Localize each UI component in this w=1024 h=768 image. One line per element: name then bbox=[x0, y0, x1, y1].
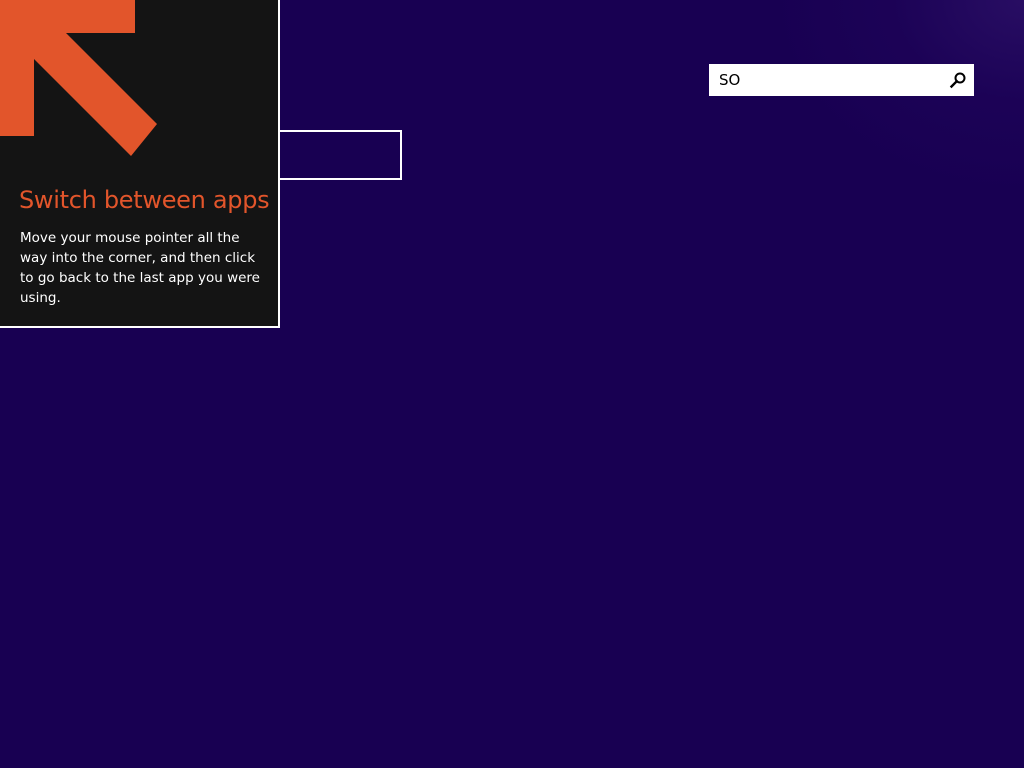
app-switch-target-outline bbox=[266, 130, 402, 180]
arrow-up-left-icon bbox=[0, 0, 157, 156]
search-box[interactable] bbox=[709, 64, 974, 96]
search-input[interactable] bbox=[709, 64, 941, 96]
corner-glow bbox=[764, 0, 1024, 200]
search-button[interactable] bbox=[942, 64, 974, 96]
tip-description: Move your mouse pointer all the way into… bbox=[20, 230, 260, 306]
search-icon bbox=[949, 72, 966, 89]
tip-title: Switch between apps bbox=[19, 186, 270, 214]
tip-panel: Switch between apps Move your mouse poin… bbox=[0, 0, 280, 328]
